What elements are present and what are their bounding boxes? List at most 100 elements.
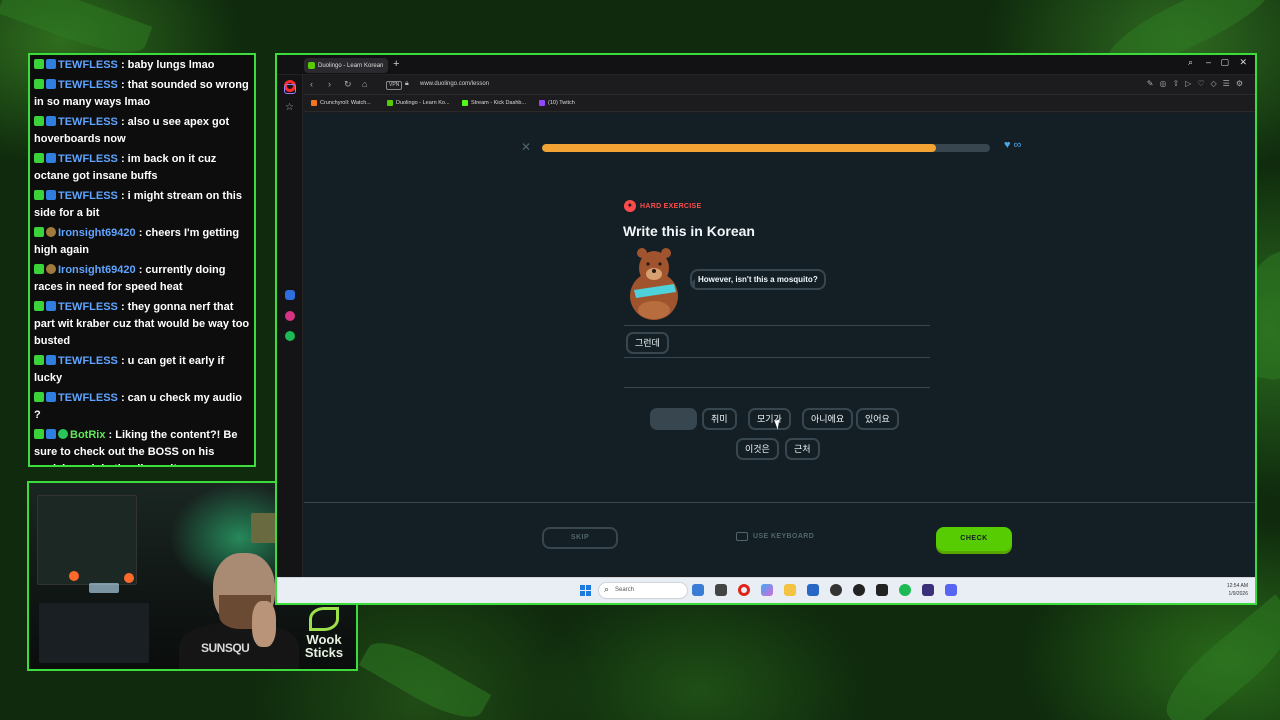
chat-message: TEWFLESS : they gonna nerf that part wit… [34, 299, 250, 350]
bear-character-icon [630, 248, 678, 320]
new-tab-button[interactable]: + [393, 58, 399, 70]
opera-taskbar-icon[interactable] [738, 584, 750, 596]
speech-bubble: However, isn't this a mosquito? [689, 269, 826, 290]
subscriber-badge-icon [46, 116, 56, 126]
chat-username[interactable]: TEWFLESS [58, 301, 118, 313]
browser-sidebar: ☆ [277, 75, 303, 603]
tab-bar: Duolingo - Learn Korean + ⌕ – ▢ ✕ [277, 55, 1255, 75]
rgb-light [124, 573, 134, 583]
clock-time: 12:54 AM [1226, 583, 1248, 589]
moderator-badge-icon [34, 59, 44, 69]
chrome-icon[interactable] [830, 584, 842, 596]
home-icon[interactable] [284, 84, 296, 94]
chat-username[interactable]: TEWFLESS [58, 392, 118, 404]
app-icon[interactable] [876, 584, 888, 596]
word-bank-tile[interactable]: 취미 [702, 408, 737, 430]
vpn-badge[interactable]: VPN [386, 81, 403, 90]
forward-icon[interactable]: › [328, 79, 331, 89]
word-bank-tile[interactable]: 아니에요 [802, 408, 854, 430]
exercise-tag-label: HARD EXERCISE [640, 202, 702, 210]
chat-message: Ironsight69420 : cheers I'm getting high… [34, 225, 250, 259]
chat-message: TEWFLESS : u can get it early if lucky [34, 353, 250, 387]
instagram-icon[interactable] [285, 311, 295, 321]
spotify-taskbar-icon[interactable] [899, 584, 911, 596]
browser-window: Duolingo - Learn Korean + ⌕ – ▢ ✕ ☆ ‹ › … [275, 53, 1257, 605]
chat-username[interactable]: TEWFLESS [58, 59, 118, 71]
bookmark-favicon-icon [462, 100, 468, 106]
word-bank-tile[interactable]: 있어요 [856, 408, 899, 430]
stream-chat: TEWFLESS : baby lungs lmao TEWFLESS : tha… [28, 53, 256, 467]
star-icon[interactable]: ☆ [285, 103, 294, 113]
desk-equipment [39, 603, 149, 663]
chat-username[interactable]: TEWFLESS [58, 79, 118, 91]
chat-username[interactable]: Ironsight69420 [58, 264, 136, 276]
taskbar-app-icon[interactable] [692, 584, 704, 596]
messenger-icon[interactable] [285, 290, 295, 300]
close-lesson-icon[interactable]: ✕ [521, 140, 531, 154]
answer-word-tile[interactable]: 그런데 [626, 332, 669, 354]
chat-username[interactable]: Ironsight69420 [58, 227, 136, 239]
bookmark-item[interactable]: Stream - Kick Dashb... [462, 100, 526, 106]
lesson-progress-fill [542, 144, 937, 152]
spotify-icon[interactable] [285, 331, 295, 341]
word-bank-empty-slot [650, 408, 697, 430]
bookmark-item[interactable]: Duolingo - Learn Ko... [387, 100, 450, 106]
moderator-badge-icon [34, 264, 44, 274]
moderator-badge-icon [34, 116, 44, 126]
lesson-progress-bar [542, 144, 990, 152]
reload-icon[interactable]: ↻ [344, 79, 352, 90]
check-button[interactable]: CHECK [936, 527, 1012, 551]
copilot-icon[interactable] [761, 584, 773, 596]
chat-username[interactable]: BotRix [70, 429, 105, 441]
footer-divider [304, 502, 1255, 503]
address-bar-tools[interactable]: ✎◎⇧▷♡◇☰⚙ [1147, 79, 1249, 88]
subscriber-badge-icon [46, 59, 56, 69]
search-tabs-icon[interactable]: ⌕ [1188, 57, 1193, 68]
bot-badge-icon [58, 429, 68, 439]
answer-line [624, 387, 930, 388]
tab-duolingo[interactable]: Duolingo - Learn Korean [304, 58, 388, 73]
bookmark-item[interactable]: Crunchyroll: Watch... [311, 100, 371, 106]
clock-date: 1/9/2026 [1228, 591, 1248, 597]
word-bank-tile[interactable]: 근처 [785, 438, 820, 460]
chat-username[interactable]: TEWFLESS [58, 153, 118, 165]
chat-username[interactable]: TEWFLESS [58, 116, 118, 128]
word-bank-tile[interactable]: 모기가 [748, 408, 791, 430]
discord-icon[interactable] [945, 584, 957, 596]
chat-username[interactable]: TEWFLESS [58, 355, 118, 367]
word-bank-tile[interactable]: 이것은 [736, 438, 779, 460]
moderator-badge-icon [34, 227, 44, 237]
flame-icon: ✦ [624, 200, 636, 212]
obs-icon[interactable] [853, 584, 865, 596]
maximize-icon[interactable]: ▢ [1220, 57, 1229, 68]
subscriber-badge-icon [46, 190, 56, 200]
shirt-text: SUNSQU [201, 641, 250, 655]
chat-message: TEWFLESS : also u see apex got hoverboar… [34, 114, 250, 148]
moderator-badge-icon [34, 429, 44, 439]
close-icon[interactable]: ✕ [1239, 57, 1247, 68]
use-keyboard-button[interactable]: USE KEYBOARD [736, 532, 814, 541]
skip-button[interactable]: SKIP [542, 527, 618, 549]
hearts-counter: ♥ ∞ [1004, 139, 1021, 151]
app-icon[interactable] [922, 584, 934, 596]
moderator-badge-icon [34, 392, 44, 402]
bookmark-favicon-icon [387, 100, 393, 106]
store-icon[interactable] [807, 584, 819, 596]
chat-username[interactable]: TEWFLESS [58, 190, 118, 202]
exercise-tag: ✦ HARD EXERCISE [624, 200, 701, 212]
minimize-icon[interactable]: – [1206, 57, 1211, 67]
tab-title: Duolingo - Learn Korean [318, 62, 384, 69]
url-field[interactable]: www.duolingo.com/lesson [420, 81, 489, 87]
file-explorer-icon[interactable] [784, 584, 796, 596]
taskbar-clock[interactable]: 12:54 AM 1/9/2026 [1227, 582, 1248, 598]
windows-start-icon[interactable] [580, 585, 591, 596]
background-monitor [37, 495, 137, 585]
subscriber-badge-icon [46, 429, 56, 439]
task-view-icon[interactable] [715, 584, 727, 596]
chat-message: TEWFLESS : im back on it cuz octane got … [34, 151, 250, 185]
home-button-icon[interactable]: ⌂ [362, 79, 367, 89]
back-icon[interactable]: ‹ [310, 79, 313, 89]
bookmark-item[interactable]: (10) Twitch [539, 100, 575, 106]
heart-icon: ♥ [1004, 139, 1011, 151]
taskbar-search[interactable]: Search [598, 582, 688, 599]
